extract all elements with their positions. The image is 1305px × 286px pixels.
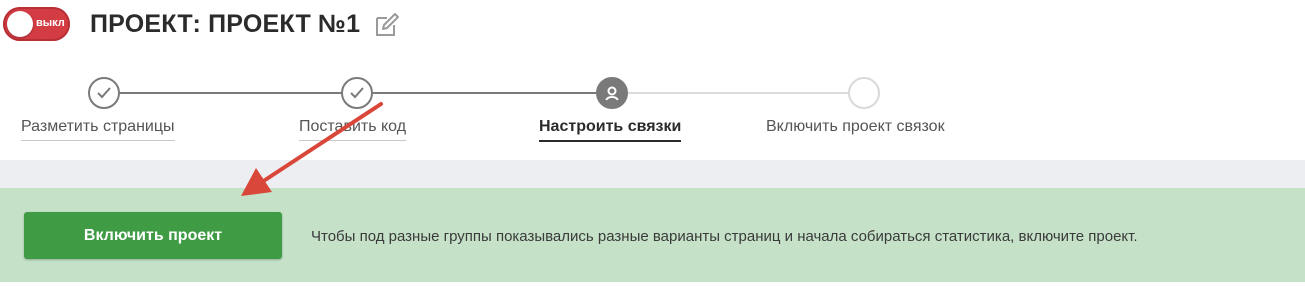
step-2-check-icon[interactable] bbox=[341, 77, 373, 109]
enable-project-button[interactable]: Включить проект bbox=[24, 212, 282, 259]
step-4-circle-icon[interactable] bbox=[848, 77, 880, 109]
toggle-label: выкл bbox=[36, 17, 65, 29]
step-1-label[interactable]: Разметить страницы bbox=[21, 118, 175, 141]
edit-icon[interactable] bbox=[372, 10, 402, 40]
stepper-line-pending bbox=[612, 92, 864, 94]
step-2-label[interactable]: Поставить код bbox=[299, 118, 407, 141]
page-title: ПРОЕКТ: ПРОЕКТ №1 bbox=[90, 10, 361, 38]
toggle-knob bbox=[7, 11, 33, 37]
step-3-label[interactable]: Настроить связки bbox=[539, 118, 682, 142]
step-3-user-icon[interactable] bbox=[596, 77, 628, 109]
enable-project-hint: Чтобы под разные группы показывались раз… bbox=[311, 228, 1138, 245]
project-status-toggle[interactable]: выкл bbox=[3, 7, 70, 41]
step-4-label: Включить проект связок bbox=[766, 118, 945, 135]
panel-top-band bbox=[0, 160, 1305, 188]
step-1-check-icon[interactable] bbox=[88, 77, 120, 109]
